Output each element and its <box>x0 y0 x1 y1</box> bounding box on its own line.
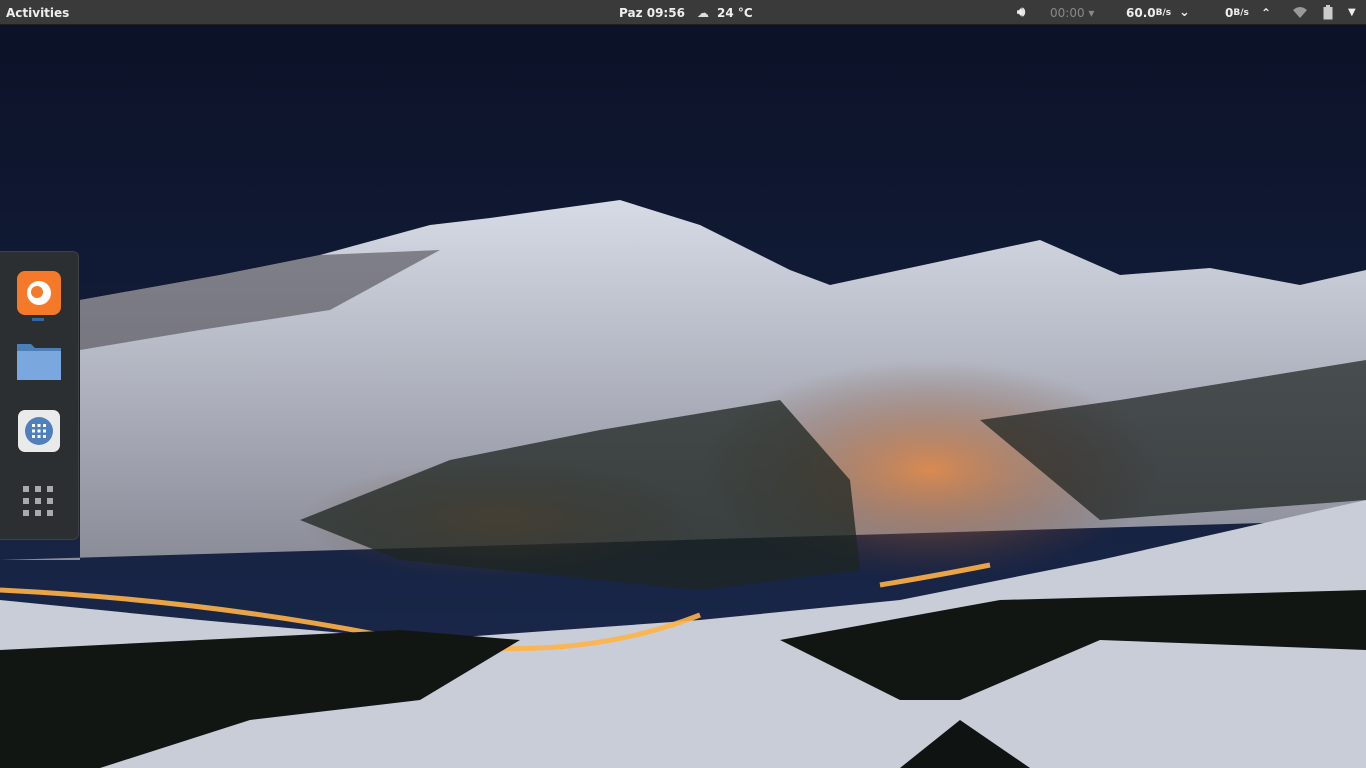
battery-icon[interactable] <box>1323 0 1333 25</box>
folder-icon[interactable] <box>17 340 61 384</box>
net-up-value: 0 <box>1225 5 1234 20</box>
running-indicator <box>32 318 44 321</box>
cloud-icon: ☁ <box>697 5 709 20</box>
net-up-unit: B/s <box>1233 7 1249 18</box>
weather-temperature[interactable]: 24 °C <box>717 0 753 25</box>
wifi-icon[interactable] <box>1293 0 1307 25</box>
net-down-value: 60.0 <box>1126 5 1156 20</box>
net-up-speed[interactable]: 0 B/s <box>1225 0 1249 25</box>
dock <box>0 251 79 540</box>
desktop-wallpaper <box>0 0 1366 768</box>
media-time-value: 00:00 <box>1050 5 1085 20</box>
activities-button[interactable]: Activities <box>6 0 69 25</box>
speaker-icon[interactable]: 🔊︎ <box>1017 0 1025 25</box>
system-menu-arrow[interactable]: ▼ <box>1348 0 1356 25</box>
chevron-down-icon: ⌄ <box>1179 5 1190 20</box>
media-time[interactable]: 00:00 ▾ <box>1050 0 1094 25</box>
software-center-icon[interactable] <box>18 410 60 452</box>
net-down-unit: B/s <box>1155 7 1172 18</box>
clock[interactable]: Paz 09:56 <box>619 0 685 25</box>
app-grid-icon[interactable] <box>17 480 61 524</box>
chevron-up-icon: ⌃ <box>1261 5 1272 20</box>
top-bar: Activities Paz 09:56 ☁ 24 °C 🔊︎ 00:00 ▾ … <box>0 0 1366 25</box>
net-down-speed[interactable]: 60.0 B/s <box>1126 0 1171 25</box>
firefox-icon[interactable] <box>17 271 61 315</box>
